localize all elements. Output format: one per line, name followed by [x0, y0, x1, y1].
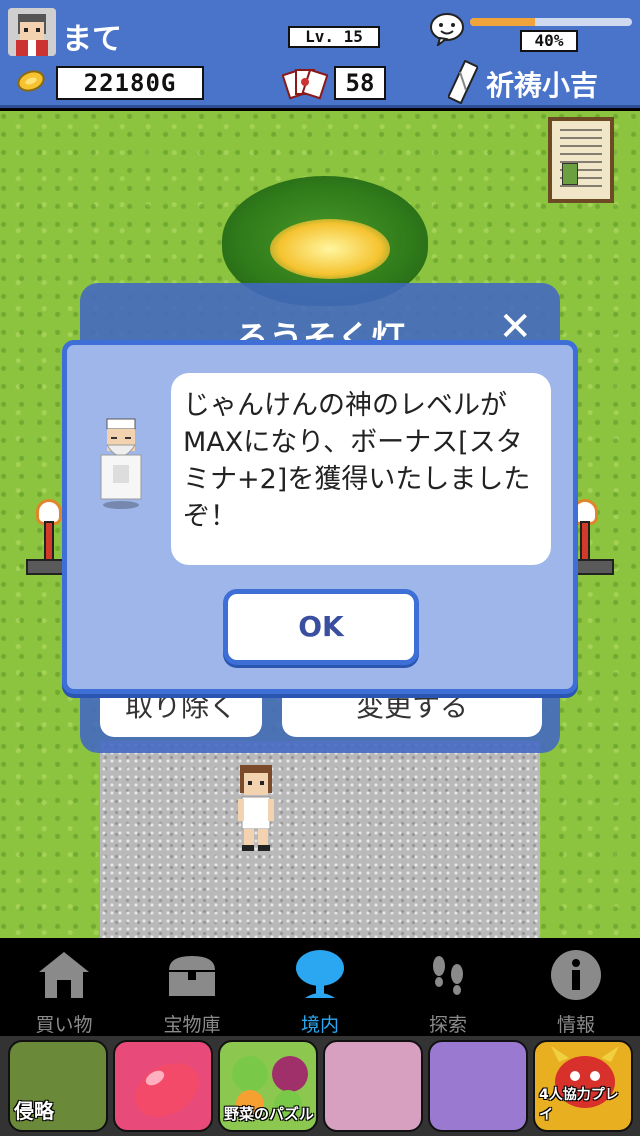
notice-board-icon[interactable] — [548, 117, 614, 203]
speech-bubble-face-icon — [428, 12, 466, 48]
tab-label: 境内 — [300, 1014, 339, 1036]
player-name: まて — [62, 22, 122, 57]
ad-tile-dragon-coop[interactable]: 4人協力プレイ — [533, 1040, 633, 1132]
gold-counter: 22180G — [56, 66, 204, 100]
footprints-icon — [421, 948, 475, 1002]
tab-shopping[interactable]: 買い物 — [0, 938, 128, 1036]
shrine-icon — [37, 948, 91, 1002]
tree-glow — [270, 219, 390, 279]
playing-cards-icon — [281, 66, 329, 100]
tab-info[interactable]: 情報 — [512, 938, 640, 1036]
level-badge: Lv. 15 — [288, 26, 380, 48]
ad-tile-silver-hair[interactable] — [428, 1040, 528, 1132]
mood-progress-fill — [470, 18, 535, 26]
status-header: まて Lv. 15 40% 22180G 58 祈祷小吉 — [0, 0, 640, 108]
tab-grounds[interactable]: 境内 — [256, 938, 384, 1036]
player-avatar[interactable] — [8, 8, 56, 56]
gold-coin-icon — [16, 70, 46, 92]
old-priest-portrait — [93, 415, 149, 511]
ad-label: 侵略 — [14, 1099, 54, 1123]
player-character — [232, 761, 280, 853]
ad-tile-vegetable-puzzle[interactable]: 野菜のパズル — [218, 1040, 318, 1132]
candy-icon — [135, 1063, 199, 1117]
tab-label: 情報 — [556, 1014, 595, 1036]
ad-tile-strategy[interactable]: 侵略 — [8, 1040, 108, 1132]
tab-label: 探索 — [428, 1014, 467, 1036]
tab-explore[interactable]: 探索 — [384, 938, 512, 1036]
ok-button[interactable]: OK — [223, 589, 419, 665]
ad-tile-candy[interactable] — [113, 1040, 213, 1132]
ad-tile-anime-girl[interactable] — [323, 1040, 423, 1132]
stone-path — [100, 741, 540, 938]
omikuji-paper-icon — [446, 59, 480, 105]
info-icon — [549, 948, 603, 1002]
cards-counter: 58 — [334, 66, 386, 100]
tab-treasury[interactable]: 宝物庫 — [128, 938, 256, 1036]
ad-label: 野菜のパズル — [224, 1105, 315, 1123]
tab-label: 宝物庫 — [163, 1014, 221, 1036]
ad-banner-strip: 侵略 野菜のパズル 4人協力プレイ — [0, 1036, 640, 1136]
speech-bubble-message: じゃんけんの神のレベルがMAXになり、ボーナス[スタミナ+2]を獲得いたしました… — [171, 373, 551, 565]
ad-label: 4人協力プレイ — [539, 1087, 619, 1123]
bottom-tab-bar: 買い物 宝物庫 境内 探索 情報 — [0, 938, 640, 1036]
fortune-label: 祈祷小吉 — [486, 69, 599, 102]
message-modal: じゃんけんの神のレベルがMAXになり、ボーナス[スタミナ+2]を獲得いたしました… — [62, 340, 578, 694]
mood-progress-bar — [470, 18, 632, 26]
treasure-chest-icon — [165, 948, 219, 1002]
tab-label: 買い物 — [35, 1014, 93, 1036]
sacred-tree-icon — [293, 948, 347, 1002]
mood-percent: 40% — [520, 30, 578, 52]
